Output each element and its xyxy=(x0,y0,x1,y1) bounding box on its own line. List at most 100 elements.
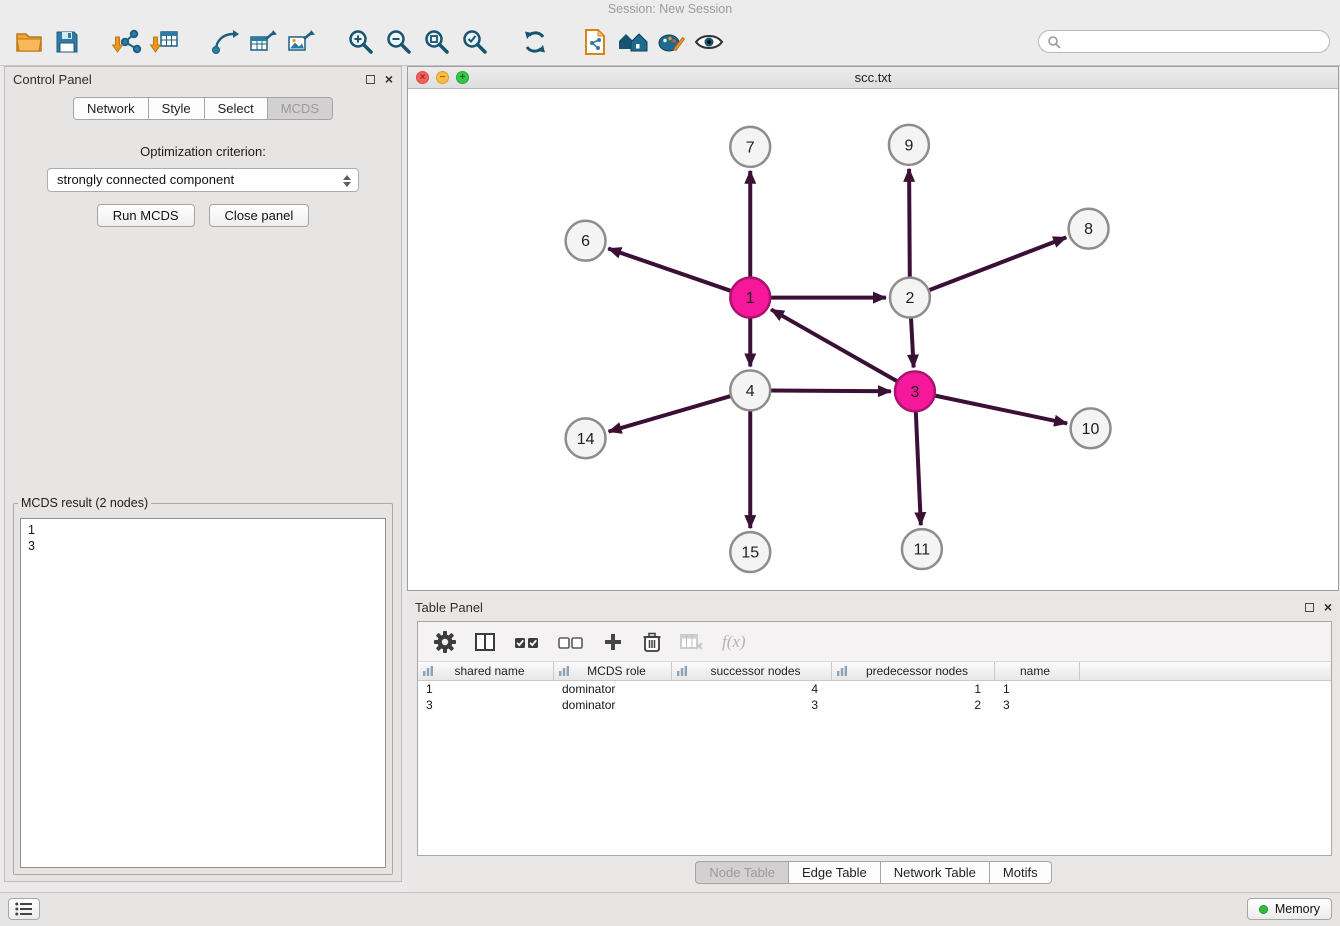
export-table-button[interactable] xyxy=(244,22,282,62)
zoom-fit-button[interactable] xyxy=(418,22,456,62)
network-overview-button[interactable] xyxy=(576,22,614,62)
delete-table-icon xyxy=(680,632,704,652)
tab-motifs[interactable]: Motifs xyxy=(990,861,1052,884)
float-panel-icon[interactable] xyxy=(1305,603,1314,612)
mcds-result-title: MCDS result (2 nodes) xyxy=(18,496,151,510)
table-settings-button[interactable] xyxy=(434,631,456,653)
close-panel-button[interactable]: Close panel xyxy=(209,204,310,227)
cell-name[interactable]: 3 xyxy=(995,698,1080,712)
window-minimize-icon[interactable]: − xyxy=(436,71,449,84)
import-table-button[interactable] xyxy=(146,22,184,62)
show-columns-button[interactable] xyxy=(474,631,496,653)
cell-shared-name[interactable]: 1 xyxy=(418,682,554,696)
show-hide-button[interactable] xyxy=(690,22,728,62)
export-image-icon xyxy=(286,29,316,55)
delete-column-button[interactable] xyxy=(642,631,662,653)
close-panel-icon[interactable]: × xyxy=(385,74,393,84)
cell-shared-name[interactable]: 3 xyxy=(418,698,554,712)
graph-edge-4-14[interactable] xyxy=(609,396,732,432)
cell-successor-nodes[interactable]: 4 xyxy=(672,682,832,696)
table-panel-title: Table Panel xyxy=(415,600,483,615)
graph-edge-3-10[interactable] xyxy=(934,396,1067,424)
select-all-button[interactable] xyxy=(514,632,540,652)
gear-icon xyxy=(434,631,456,653)
save-session-button[interactable] xyxy=(48,22,86,62)
graph-edge-3-1[interactable] xyxy=(771,309,898,381)
run-mcds-button[interactable]: Run MCDS xyxy=(97,204,195,227)
zoom-fit-icon xyxy=(423,28,451,56)
zoom-selected-button[interactable] xyxy=(456,22,494,62)
window-zoom-icon[interactable]: + xyxy=(456,71,469,84)
close-panel-icon[interactable]: × xyxy=(1324,602,1332,612)
graph-node-label: 4 xyxy=(746,383,755,400)
apply-layout-button[interactable] xyxy=(516,22,554,62)
network-canvas[interactable]: 7968124314101511 xyxy=(408,89,1338,590)
memory-label: Memory xyxy=(1275,902,1320,916)
home-button[interactable] xyxy=(614,22,652,62)
zoom-out-button[interactable] xyxy=(380,22,418,62)
status-bar: Memory xyxy=(0,892,1340,926)
trash-icon xyxy=(642,631,662,653)
import-network-button[interactable] xyxy=(108,22,146,62)
cell-predecessor-nodes[interactable]: 1 xyxy=(832,682,995,696)
column-sort-icon xyxy=(836,665,848,677)
tab-edge-table[interactable]: Edge Table xyxy=(789,861,881,884)
mcds-result-box: 1 3 xyxy=(20,518,386,868)
graph-edge-4-3[interactable] xyxy=(770,391,891,392)
main-toolbar xyxy=(0,18,1340,66)
float-panel-icon[interactable] xyxy=(366,75,375,84)
network-window-title: scc.txt xyxy=(408,70,1338,85)
graph-edge-2-9[interactable] xyxy=(909,169,910,278)
function-fx-icon: f(x) xyxy=(722,632,746,652)
column-sort-icon xyxy=(422,665,434,677)
export-network-icon xyxy=(210,28,240,56)
refresh-layout-icon xyxy=(521,28,549,56)
control-panel-tabs: Network Style Select MCDS xyxy=(5,97,401,120)
window-close-icon[interactable]: × xyxy=(416,71,429,84)
tab-style[interactable]: Style xyxy=(149,97,205,120)
table-row[interactable]: 1 dominator 4 1 1 xyxy=(418,681,1331,697)
deselect-all-button[interactable] xyxy=(558,632,584,652)
tab-select[interactable]: Select xyxy=(205,97,268,120)
task-history-button[interactable] xyxy=(8,898,40,920)
column-header-successor-nodes[interactable]: successor nodes xyxy=(672,662,832,680)
column-header-shared-name[interactable]: shared name xyxy=(418,662,554,680)
cell-successor-nodes[interactable]: 3 xyxy=(672,698,832,712)
style-button[interactable] xyxy=(652,22,690,62)
delete-table-button[interactable] xyxy=(680,632,704,652)
zoom-in-button[interactable] xyxy=(342,22,380,62)
tab-network[interactable]: Network xyxy=(73,97,149,120)
table-panel: Table Panel × xyxy=(407,595,1340,890)
table-tabs: Node Table Edge Table Network Table Moti… xyxy=(407,861,1340,884)
column-header-predecessor-nodes[interactable]: predecessor nodes xyxy=(832,662,995,680)
application-window: Session: New Session xyxy=(0,0,1340,926)
tab-mcds[interactable]: MCDS xyxy=(268,97,333,120)
export-network-button[interactable] xyxy=(206,22,244,62)
open-session-button[interactable] xyxy=(10,22,48,62)
cell-predecessor-nodes[interactable]: 2 xyxy=(832,698,995,712)
add-column-button[interactable] xyxy=(602,631,624,653)
column-header-name[interactable]: name xyxy=(995,662,1080,680)
cell-name[interactable]: 1 xyxy=(995,682,1080,696)
cell-mcds-role[interactable]: dominator xyxy=(554,682,672,696)
graph-edge-2-3[interactable] xyxy=(911,318,914,368)
deselect-all-icon xyxy=(558,632,584,652)
control-panel: Control Panel × Network Style Select MCD… xyxy=(4,66,402,882)
cell-mcds-role[interactable]: dominator xyxy=(554,698,672,712)
function-builder-button[interactable]: f(x) xyxy=(722,632,746,652)
graph-edge-1-6[interactable] xyxy=(608,249,731,292)
memory-button[interactable]: Memory xyxy=(1247,898,1332,920)
columns-icon xyxy=(474,631,496,653)
tab-network-table[interactable]: Network Table xyxy=(881,861,990,884)
graph-edge-2-8[interactable] xyxy=(929,237,1067,290)
zoom-in-icon xyxy=(347,28,375,56)
graph-edge-3-11[interactable] xyxy=(916,411,921,525)
network-window: scc.txt × − + 7968124314101511 xyxy=(407,66,1339,591)
export-image-button[interactable] xyxy=(282,22,320,62)
column-header-mcds-role[interactable]: MCDS role xyxy=(554,662,672,680)
table-row[interactable]: 3 dominator 3 2 3 xyxy=(418,697,1331,713)
optimization-criterion-select[interactable]: strongly connected component xyxy=(47,168,359,192)
tab-node-table[interactable]: Node Table xyxy=(695,861,789,884)
search-input[interactable] xyxy=(1067,34,1321,49)
save-floppy-icon xyxy=(54,29,80,55)
